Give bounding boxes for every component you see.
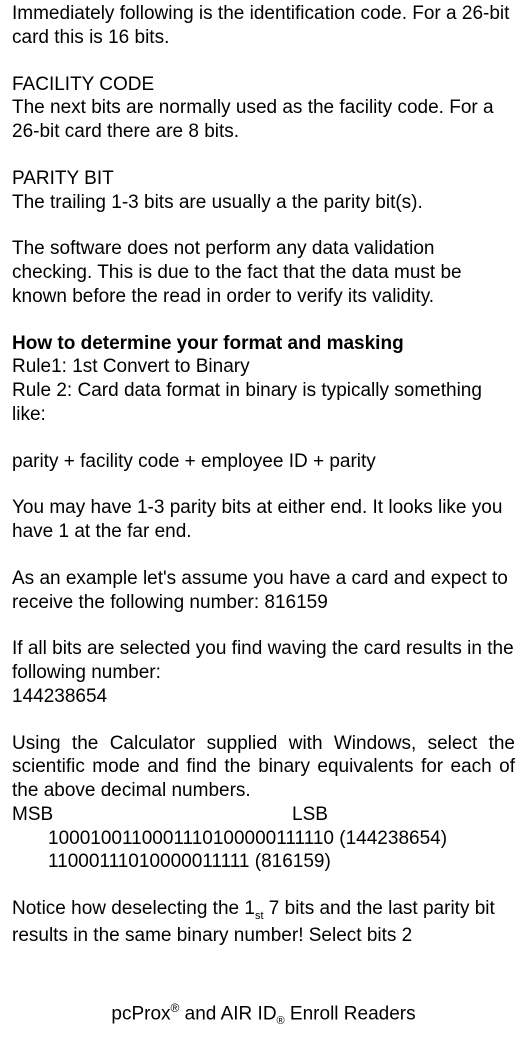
parity-bit-header: PARITY BIT xyxy=(12,167,515,191)
footer-product1: pcProx xyxy=(111,1003,170,1024)
footer-product2: and AIR ID xyxy=(179,1003,276,1024)
page-footer: pcProx® and AIR ID® Enroll Readers xyxy=(0,1001,527,1029)
facility-code-text: The next bits are normally used as the f… xyxy=(12,96,515,144)
parity-bit-text: The trailing 1-3 bits are usually a the … xyxy=(12,191,515,215)
notice-sub: st xyxy=(255,910,264,922)
calculator-text: Using the Calculator supplied with Windo… xyxy=(12,732,515,803)
notice-text: Notice how deselecting the 1st 7 bits an… xyxy=(12,897,515,947)
msb-label: MSB xyxy=(12,803,292,827)
all-bits-number: 144238654 xyxy=(12,685,515,709)
footer-suffix: Enroll Readers xyxy=(285,1003,416,1024)
rule1-text: Rule1: 1st Convert to Binary xyxy=(12,355,515,379)
parity-note: You may have 1-3 parity bits at either e… xyxy=(12,496,515,544)
registered-icon-2: ® xyxy=(277,1015,285,1027)
all-bits-text: If all bits are selected you find waving… xyxy=(12,637,515,685)
binary-line-2: 11000111010000011111 (816159) xyxy=(12,850,515,874)
example-intro: As an example let's assume you have a ca… xyxy=(12,567,515,615)
software-note: The software does not perform any data v… xyxy=(12,237,515,308)
format-line: parity + facility code + employee ID + p… xyxy=(12,450,515,474)
howto-header: How to determine your format and masking xyxy=(12,332,515,356)
lsb-label: LSB xyxy=(292,803,328,827)
id-code-text: Immediately following is the identificat… xyxy=(12,2,515,50)
rule2-text: Rule 2: Card data format in binary is ty… xyxy=(12,379,515,427)
facility-code-header: FACILITY CODE xyxy=(12,73,515,97)
notice-prefix: Notice how deselecting the 1 xyxy=(12,898,255,919)
binary-line-1: 1000100110001110100000111110 (144238654) xyxy=(12,827,515,851)
